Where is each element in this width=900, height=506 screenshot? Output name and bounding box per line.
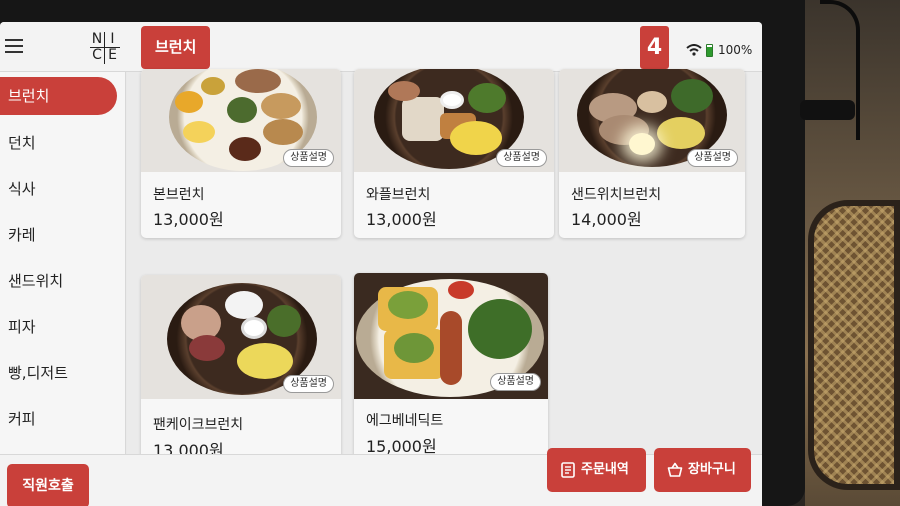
sidebar-item-meal[interactable]: 식사 (0, 170, 117, 208)
product-description-button[interactable]: 상품설명 (490, 373, 541, 391)
product-description-button[interactable]: 상품설명 (687, 149, 738, 167)
menu-card[interactable]: 상품설명 본브런치 13,000원 (141, 69, 341, 238)
order-history-button[interactable]: 주문내역 (547, 448, 646, 492)
menu-item-name: 샌드위치브런치 (571, 187, 662, 203)
hamburger-menu-icon[interactable] (5, 39, 23, 53)
sidebar-item-curry[interactable]: 카레 (0, 216, 117, 254)
product-description-button[interactable]: 상품설명 (496, 149, 547, 167)
receipt-icon (561, 462, 575, 478)
menu-card[interactable]: 상품설명 샌드위치브런치 14,000원 (559, 69, 745, 238)
menu-item-price: 13,000원 (366, 210, 437, 229)
sidebar-item-coffee[interactable]: 커피 (0, 400, 117, 438)
header-bar: NICE 브런치 4 100% (0, 22, 762, 72)
menu-item-price: 13,000원 (153, 210, 224, 229)
staff-call-button[interactable]: 직원호출 (7, 464, 89, 506)
menu-item-name: 팬케이크브런치 (153, 417, 244, 433)
kiosk-screen: NICE 브런치 4 100% 브런치 던치 식사 카레 샌드위치 피자 빵,디… (0, 22, 762, 506)
order-history-label: 주문내역 (581, 462, 629, 477)
cart-label: 장바구니 (688, 462, 736, 477)
battery-level: 100% (718, 43, 753, 57)
menu-card[interactable]: 상품설명 팬케이크브런치 13,000원 (141, 275, 341, 465)
cart-button[interactable]: 장바구니 (654, 448, 751, 492)
battery-icon (706, 44, 713, 57)
current-category-tab[interactable]: 브런치 (141, 26, 211, 69)
category-sidebar: 브런치 던치 식사 카레 샌드위치 피자 빵,디저트 커피 (0, 72, 126, 454)
basket-icon (667, 462, 683, 477)
menu-grid: 상품설명 본브런치 13,000원 상품설명 와플브런치 13,000원 상품설… (127, 69, 762, 465)
menu-item-price: 14,000원 (571, 210, 642, 229)
sidebar-item-pizza[interactable]: 피자 (0, 308, 117, 346)
product-description-button[interactable]: 상품설명 (283, 375, 334, 393)
sidebar-item-brunch[interactable]: 브런치 (0, 77, 117, 115)
menu-item-name: 와플브런치 (366, 187, 431, 203)
table-number-badge: 4 (640, 26, 669, 69)
nice-logo: NICE (90, 32, 120, 64)
menu-card[interactable]: 상품설명 에그베네딕트 15,000원 (354, 273, 548, 461)
sidebar-item-sandwich[interactable]: 샌드위치 (0, 262, 117, 300)
wifi-icon (686, 44, 702, 56)
sidebar-item-lunch[interactable]: 던치 (0, 124, 117, 162)
product-description-button[interactable]: 상품설명 (283, 149, 334, 167)
sidebar-item-bread-dessert[interactable]: 빵,디저트 (0, 354, 117, 392)
menu-item-name: 본브런치 (153, 187, 205, 203)
rattan-chair (808, 200, 900, 490)
footer-bar: 직원호출 주문내역 장바구니 (0, 448, 762, 506)
tablet-mount-arm (800, 100, 855, 120)
menu-card[interactable]: 상품설명 와플브런치 13,000원 (354, 69, 554, 238)
menu-item-name: 에그베네딕트 (366, 413, 444, 429)
